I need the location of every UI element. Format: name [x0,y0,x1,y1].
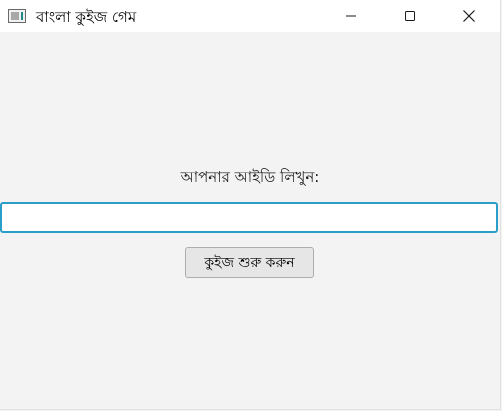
app-window-icon [8,9,26,23]
window-content: আপনার আইডি লিখুন: কুইজ শুরু করুন [0,32,500,409]
window-title: বাংলা কুইজ গেম [36,8,137,26]
close-icon [463,10,475,22]
close-button[interactable] [446,0,492,32]
maximize-button[interactable] [387,0,433,32]
title-bar[interactable]: বাংলা কুইজ গেম [0,0,500,32]
minimize-button[interactable] [328,0,374,32]
minimize-icon [346,15,356,17]
maximize-icon [405,11,415,21]
id-input[interactable] [0,202,498,233]
start-quiz-button[interactable]: কুইজ শুরু করুন [185,247,314,278]
id-prompt-label: আপনার আইডি লিখুন: [180,168,320,186]
app-window: বাংলা কুইজ গেম আপনার আইডি লিখুন: কুইজ শু… [0,0,501,410]
